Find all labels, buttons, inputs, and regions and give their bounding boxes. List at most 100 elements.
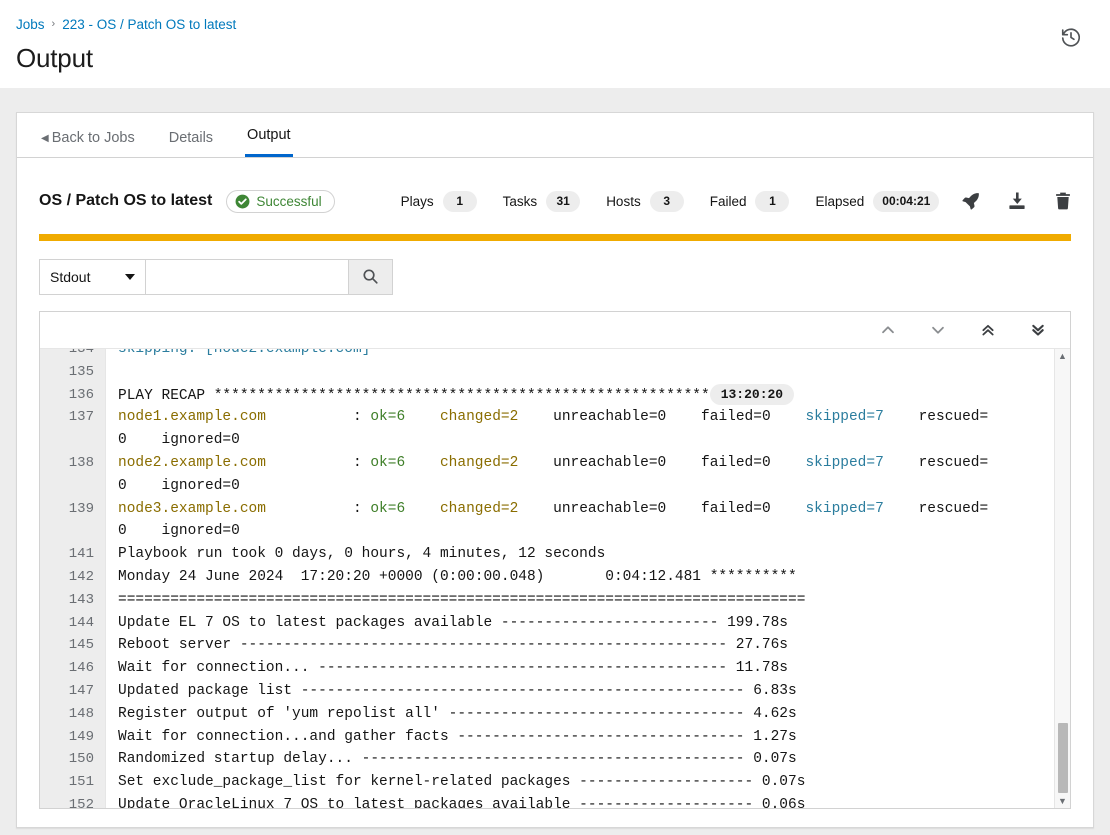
stat-hosts-value: 3	[649, 190, 684, 212]
console-text: node2.example.com	[118, 454, 266, 471]
search-icon	[363, 269, 378, 284]
console-line-numbers: 134 135 136 137 138 139 141 142 143 144 145 146 147 1…	[40, 349, 106, 808]
tab-back-to-jobs-label: Back to Jobs	[51, 130, 135, 146]
stat-tasks: Tasks 31	[503, 190, 581, 212]
tab-details[interactable]: Details	[167, 130, 215, 157]
console-text: changed=2	[439, 500, 519, 517]
console-line-number: 141	[68, 546, 94, 563]
console-line-number: 152	[68, 796, 94, 808]
console-text: Wait for connection...and gather facts -…	[118, 728, 797, 745]
console-line-number: 146	[68, 660, 94, 677]
console-line-number: 137	[68, 409, 94, 426]
console-text: rescued=	[883, 409, 989, 426]
console-line-number: 150	[68, 751, 94, 768]
console-text: Update EL 7 OS to latest packages availa…	[118, 614, 789, 631]
search-button[interactable]	[349, 258, 393, 295]
console-line-number: 139	[68, 500, 94, 517]
console-text: rescued=	[883, 500, 989, 517]
console-line: 0 ignored=0	[118, 429, 1070, 452]
console-text: skipped=7	[805, 454, 884, 471]
console-text: unreachable=0 failed=0	[518, 454, 806, 471]
console-line-number: 148	[68, 705, 94, 722]
console-text: Updated package list -------------------…	[118, 682, 797, 699]
chevron-down-icon[interactable]	[928, 320, 948, 340]
console-text: ========================================…	[118, 591, 806, 608]
stat-elapsed-label: Elapsed	[815, 193, 865, 209]
console-text: changed=2	[439, 409, 519, 426]
console-line: ========================================…	[118, 589, 1070, 612]
breadcrumb-separator-icon: ›	[51, 18, 56, 30]
stat-hosts: Hosts 3	[606, 190, 684, 212]
console-timestamp-badge: 13:20:20	[709, 383, 795, 405]
breadcrumb-item-jobs[interactable]: Jobs	[16, 17, 45, 32]
console-text: skipping: [node2.example.com]	[118, 349, 371, 357]
console-line: Randomized startup delay... ------------…	[118, 748, 1070, 771]
console-text: :	[265, 500, 371, 517]
console-line: Update OracleLinux 7 OS to latest packag…	[118, 794, 1070, 808]
status-badge: Successful	[226, 189, 335, 213]
stat-failed: Failed 1	[710, 190, 790, 212]
console-line-number: 143	[68, 591, 94, 608]
console-line: Set exclude_package_list for kernel-rela…	[118, 771, 1070, 794]
console-line-number: 134	[68, 349, 94, 357]
output-console: 134 135 136 137 138 139 141 142 143 144 145 146 147 1…	[39, 311, 1071, 809]
check-circle-icon	[235, 194, 250, 209]
page-title: Output	[16, 43, 93, 73]
stat-hosts-label: Hosts	[606, 193, 641, 209]
console-line-number: 136	[68, 386, 94, 403]
stat-failed-value: 1	[755, 190, 790, 212]
output-search-row: Stdout	[17, 241, 1093, 297]
download-icon[interactable]	[1007, 191, 1027, 211]
stat-tasks-value: 31	[546, 190, 581, 212]
console-line: node2.example.com : ok=6 changed=2 unrea…	[118, 452, 1070, 475]
console-text: skipped=7	[805, 409, 884, 426]
console-line-number: 151	[68, 774, 94, 791]
console-line-number: 145	[68, 637, 94, 654]
console-line-number	[40, 475, 105, 498]
history-icon[interactable]	[1060, 26, 1082, 48]
console-text: Randomized startup delay... ------------…	[118, 751, 797, 768]
chevron-up-icon[interactable]	[878, 320, 898, 340]
job-title: OS / Patch OS to latest	[39, 192, 213, 209]
search-type-select[interactable]: Stdout	[39, 258, 146, 295]
console-line: Updated package list -------------------…	[118, 680, 1070, 703]
double-chevron-down-icon[interactable]	[1028, 320, 1048, 340]
console-text: Wait for connection... -----------------…	[118, 660, 789, 677]
double-chevron-up-icon[interactable]	[978, 320, 998, 340]
console-line: node3.example.com : ok=6 changed=2 unrea…	[118, 498, 1070, 521]
console-line-number	[40, 429, 105, 452]
breadcrumb-item-job[interactable]: 223 - OS / Patch OS to latest	[62, 17, 236, 32]
console-text: ok=6	[370, 409, 406, 426]
console-line: skipping: [node2.example.com]	[118, 349, 1070, 361]
rocket-icon[interactable]	[961, 191, 981, 211]
job-summary-header: OS / Patch OS to latest Successful Plays…	[17, 158, 1093, 222]
scrollbar-down-arrow-icon[interactable]: ▼	[1055, 794, 1070, 808]
trash-icon[interactable]	[1053, 191, 1073, 211]
stat-elapsed-value: 00:04:21	[873, 190, 940, 212]
tab-back-to-jobs[interactable]: ◀ Back to Jobs	[39, 130, 137, 157]
console-text: ok=6	[370, 454, 406, 471]
console-text: PLAY RECAP *****************************…	[118, 387, 710, 404]
console-text: :	[265, 454, 371, 471]
console-text: unreachable=0 failed=0	[518, 500, 806, 517]
console-body: 134 135 136 137 138 139 141 142 143 144 145 146 147 1…	[40, 349, 1070, 808]
stat-plays: Plays 1	[401, 190, 477, 212]
console-text: rescued=	[883, 454, 989, 471]
console-text: changed=2	[439, 454, 519, 471]
console-line-number: 144	[68, 614, 94, 631]
scrollbar-thumb[interactable]	[1058, 723, 1068, 793]
console-scrollbar[interactable]: ▲ ▼	[1054, 349, 1070, 808]
scrollbar-up-arrow-icon[interactable]: ▲	[1055, 349, 1070, 363]
page-topbar: Jobs › 223 - OS / Patch OS to latest Out…	[0, 0, 1110, 88]
tab-output[interactable]: Output	[245, 127, 293, 157]
console-text: Reboot server --------------------------…	[118, 637, 789, 654]
chevron-down-icon	[125, 273, 135, 280]
search-input[interactable]	[146, 258, 349, 295]
console-text: 0 ignored=0	[118, 477, 240, 494]
stat-plays-value: 1	[442, 190, 477, 212]
search-type-select-value: Stdout	[50, 268, 91, 285]
console-line-number: 135	[68, 363, 94, 380]
